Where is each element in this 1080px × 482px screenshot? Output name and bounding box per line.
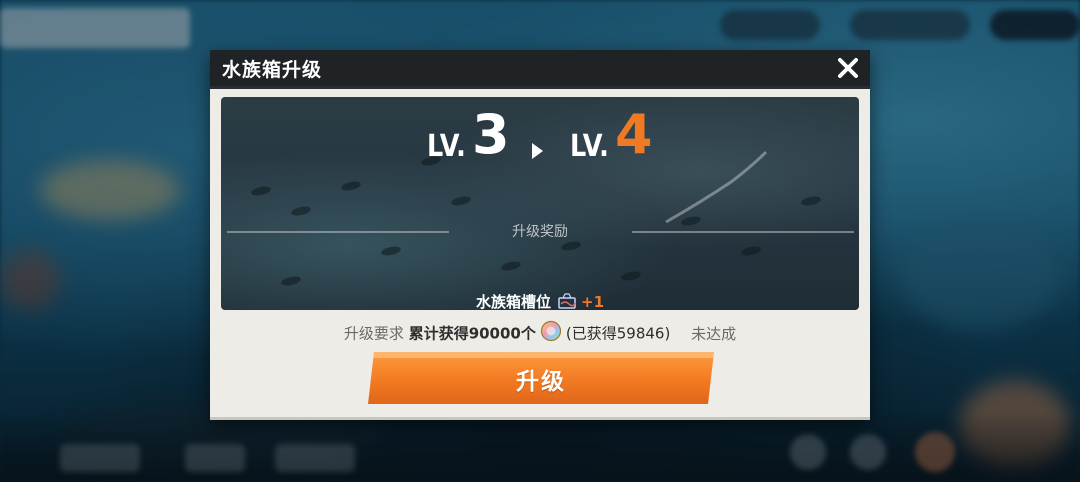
fish-decoration — [500, 260, 522, 272]
next-level-prefix: LV. — [570, 129, 609, 164]
upgrade-button-label: 升级 — [516, 369, 566, 395]
fish-decoration — [290, 205, 312, 217]
dialog-bottom-edge — [210, 417, 870, 420]
requirement-label: 升级要求 — [343, 324, 404, 343]
header-divider — [210, 86, 870, 89]
aquarium-slot-icon — [557, 292, 577, 311]
level-change-row: LV. 3 LV. 4 — [221, 105, 859, 175]
fish-decoration — [450, 195, 472, 207]
fish-decoration — [740, 245, 762, 257]
current-level-value: 3 — [472, 103, 510, 166]
reward-item-amount: +1 — [581, 293, 605, 310]
fish-decoration — [620, 270, 642, 282]
fish-decoration — [280, 275, 302, 287]
close-button[interactable] — [834, 54, 862, 82]
requirement-progress: (已获得59846) — [565, 324, 671, 343]
upgrade-button[interactable]: 升级 — [368, 352, 714, 404]
fish-decoration — [380, 245, 402, 257]
next-level-value: 4 — [615, 103, 653, 166]
requirement-status: 未达成 — [691, 324, 737, 343]
fish-decoration — [560, 240, 582, 252]
dialog-title: 水族箱升级 — [222, 59, 323, 81]
play-arrow-icon — [532, 143, 543, 159]
reward-item: 水族箱槽位 +1 — [221, 291, 859, 310]
dialog-header: 水族箱升级 — [210, 50, 870, 86]
close-icon — [838, 58, 858, 78]
level-banner: LV. 3 LV. 4 升级奖励 水族箱槽位 +1 — [221, 97, 859, 310]
upgrade-requirement: 升级要求 累计获得90000个 (已获得59846) 未达成 — [210, 320, 870, 346]
aquarium-upgrade-dialog: 水族箱升级 LV. 3 LV. 4 升级奖励 水族箱槽位 +1 升级要求 累计获… — [210, 50, 870, 420]
fish-decoration — [800, 195, 822, 207]
fish-decoration — [340, 180, 362, 192]
current-level-prefix: LV. — [427, 129, 466, 164]
reward-item-label: 水族箱槽位 — [475, 293, 551, 310]
requirement-text: 累计获得90000个 — [408, 324, 536, 343]
fish-decoration — [250, 185, 272, 197]
reward-divider-right — [632, 231, 854, 233]
rainbow-shell-coin-icon — [540, 320, 562, 346]
